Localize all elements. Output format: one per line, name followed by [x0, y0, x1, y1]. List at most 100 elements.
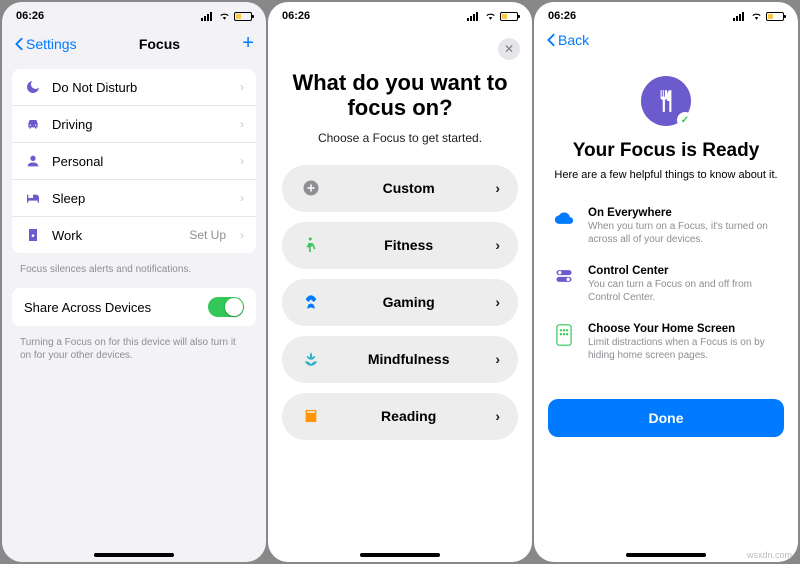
chevron-right-icon: › — [240, 154, 244, 168]
focus-ready-screen: 06:26 Back ✓ Your Focus is Ready Here ar… — [534, 2, 798, 562]
page-title: Focus — [139, 36, 180, 52]
list-caption: Focus silences alerts and notifications. — [2, 259, 266, 282]
chevron-right-icon: › — [240, 117, 244, 131]
feature-home-screen: Choose Your Home Screen Limit distractio… — [552, 323, 780, 363]
features-list: On Everywhere When you turn on a Focus, … — [534, 183, 798, 363]
status-icons — [733, 11, 784, 21]
share-label: Share Across Devices — [24, 300, 151, 315]
status-time: 06:26 — [548, 10, 576, 22]
back-label: Back — [558, 32, 589, 48]
chevron-right-icon: › — [240, 191, 244, 205]
home-indicator[interactable] — [94, 553, 174, 557]
feature-body: When you turn on a Focus, it's turned on… — [588, 220, 780, 247]
focus-settings-screen: 06:26 Settings Focus + Do Not Disturb › … — [2, 2, 266, 562]
home-indicator[interactable] — [360, 553, 440, 557]
row-label: Driving — [52, 117, 92, 132]
chevron-right-icon: › — [240, 228, 244, 242]
fork-knife-icon — [653, 88, 679, 114]
fitness-icon — [300, 236, 322, 254]
focus-row-dnd[interactable]: Do Not Disturb › — [12, 69, 256, 106]
chevron-right-icon: › — [240, 80, 244, 94]
chevron-left-icon — [546, 33, 556, 47]
focus-row-personal[interactable]: Personal › — [12, 143, 256, 180]
option-gaming[interactable]: Gaming › — [282, 279, 518, 326]
bed-icon — [24, 189, 42, 207]
share-toggle[interactable] — [208, 297, 244, 317]
apps-grid-icon — [552, 323, 576, 363]
chevron-left-icon — [14, 37, 24, 51]
status-time: 06:26 — [16, 10, 44, 22]
focus-row-work[interactable]: Work Set Up › — [12, 217, 256, 253]
chevron-right-icon: › — [495, 180, 500, 196]
feature-title: On Everywhere — [588, 207, 780, 219]
feature-title: Control Center — [588, 265, 780, 277]
focus-options: Custom › Fitness › Gaming › Mindfulness … — [268, 151, 532, 440]
status-bar: 06:26 — [534, 2, 798, 26]
status-bar: 06:26 — [268, 2, 532, 26]
toggle-icon — [552, 265, 576, 305]
row-label: Personal — [52, 154, 103, 169]
battery-icon — [500, 12, 518, 21]
header-sub: Choose a Focus to get started. — [288, 131, 512, 145]
hero: ✓ Your Focus is Ready Here are a few hel… — [534, 48, 798, 183]
close-button[interactable]: ✕ — [498, 38, 520, 60]
signal-icon — [201, 12, 215, 21]
status-icons — [467, 11, 518, 21]
chevron-right-icon: › — [495, 408, 500, 424]
rocket-icon — [300, 294, 322, 310]
moon-icon — [24, 78, 42, 96]
check-badge-icon: ✓ — [677, 112, 693, 128]
status-icons — [201, 11, 252, 21]
feature-body: You can turn a Focus on and off from Con… — [588, 278, 780, 305]
status-bar: 06:26 — [2, 2, 266, 26]
focus-row-driving[interactable]: Driving › — [12, 106, 256, 143]
cloud-icon — [552, 207, 576, 247]
feature-control-center: Control Center You can turn a Focus on a… — [552, 265, 780, 305]
chevron-right-icon: › — [495, 294, 500, 310]
focus-list: Do Not Disturb › Driving › Personal › Sl… — [12, 69, 256, 253]
battery-icon — [234, 12, 252, 21]
feature-body: Limit distractions when a Focus is on by… — [588, 336, 780, 363]
option-custom[interactable]: Custom › — [282, 165, 518, 212]
row-label: Do Not Disturb — [52, 80, 137, 95]
focus-row-sleep[interactable]: Sleep › — [12, 180, 256, 217]
row-label: Work — [52, 228, 82, 243]
hero-title: Your Focus is Ready — [554, 140, 778, 162]
option-label: Reading — [322, 408, 495, 424]
option-mindfulness[interactable]: Mindfulness › — [282, 336, 518, 383]
back-button[interactable]: Back — [546, 32, 786, 48]
signal-icon — [467, 12, 481, 21]
feature-title: Choose Your Home Screen — [588, 323, 780, 335]
plus-circle-icon — [300, 179, 322, 197]
wifi-icon — [750, 11, 763, 21]
option-label: Gaming — [322, 294, 495, 310]
share-devices-row[interactable]: Share Across Devices — [12, 288, 256, 326]
option-fitness[interactable]: Fitness › — [282, 222, 518, 269]
nav-bar: Settings Focus + — [2, 26, 266, 63]
back-button[interactable]: Settings — [14, 36, 77, 52]
done-label: Done — [649, 410, 684, 426]
badge-icon — [24, 226, 42, 244]
share-caption: Turning a Focus on for this device will … — [2, 332, 266, 368]
back-label: Settings — [26, 36, 77, 52]
nav-bar: Back — [534, 26, 798, 48]
choose-focus-screen: 06:26 ✕ What do you want to focus on? Ch… — [268, 2, 532, 562]
book-icon — [300, 408, 322, 424]
chevron-right-icon: › — [495, 351, 500, 367]
car-icon — [24, 115, 42, 133]
status-time: 06:26 — [282, 10, 310, 22]
option-reading[interactable]: Reading › — [282, 393, 518, 440]
wifi-icon — [218, 11, 231, 21]
add-focus-button[interactable]: + — [242, 32, 254, 55]
wifi-icon — [484, 11, 497, 21]
feature-everywhere: On Everywhere When you turn on a Focus, … — [552, 207, 780, 247]
signal-icon — [733, 12, 747, 21]
row-label: Sleep — [52, 191, 85, 206]
battery-icon — [766, 12, 784, 21]
done-button[interactable]: Done — [548, 399, 784, 437]
header: What do you want to focus on? Choose a F… — [268, 26, 532, 151]
home-indicator[interactable] — [626, 553, 706, 557]
option-label: Fitness — [322, 237, 495, 253]
option-label: Custom — [322, 180, 495, 196]
lotus-icon — [300, 350, 322, 368]
